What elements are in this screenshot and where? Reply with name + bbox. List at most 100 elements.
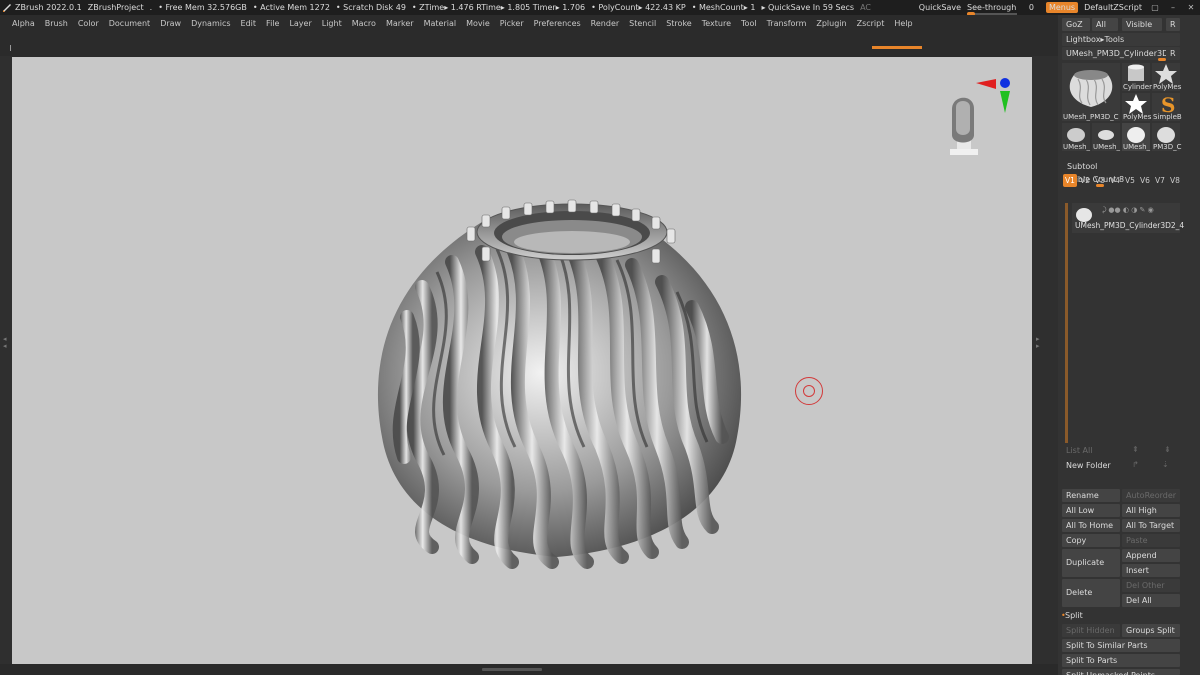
- menu-help[interactable]: Help: [894, 19, 912, 28]
- minimize-icon[interactable]: –: [1167, 3, 1179, 12]
- lightbox-tools-button[interactable]: Lightbox▸Tools: [1062, 33, 1180, 46]
- see-through-slider[interactable]: See-through 0: [967, 3, 1040, 16]
- move-down-icon[interactable]: ⇟: [1164, 445, 1171, 454]
- subtool-tab-v6[interactable]: V6: [1138, 174, 1152, 187]
- insert-button[interactable]: Insert: [1122, 564, 1180, 577]
- menu-document[interactable]: Document: [109, 19, 150, 28]
- title-dot: .: [149, 3, 153, 12]
- default-zscript-button[interactable]: DefaultZScript: [1084, 3, 1142, 12]
- delete-button[interactable]: Delete: [1062, 579, 1120, 607]
- goz-button[interactable]: GoZ: [1062, 18, 1090, 31]
- split-header[interactable]: Split: [1065, 611, 1083, 620]
- ac-button[interactable]: AC: [860, 3, 871, 12]
- brush-cursor: [795, 377, 823, 405]
- subtool-tab-v3[interactable]: V3: [1093, 174, 1107, 187]
- del-other-button[interactable]: Del Other: [1122, 579, 1180, 592]
- split-hidden-button[interactable]: Split Hidden: [1062, 624, 1120, 637]
- subtool-item[interactable]: ⤸ ●● ◐ ◑ ✎ ◉ UMesh_PM3D_Cylinder3D2_4: [1072, 203, 1184, 233]
- auto-reorder-button[interactable]: AutoReorder: [1122, 489, 1180, 502]
- tool-thumb-umesh-2[interactable]: UMesh_: [1092, 123, 1120, 151]
- tool-thumb-cylinder[interactable]: Cylinder: [1122, 63, 1152, 91]
- menu-render[interactable]: Render: [591, 19, 619, 28]
- right-tray[interactable]: ▸ ▸: [1032, 56, 1058, 664]
- menu-macro[interactable]: Macro: [352, 19, 376, 28]
- copy-button[interactable]: Copy: [1062, 534, 1120, 547]
- menu-texture[interactable]: Texture: [702, 19, 731, 28]
- menu-alpha[interactable]: Alpha: [12, 19, 35, 28]
- tool-thumb-umesh-3[interactable]: UMesh_: [1122, 123, 1150, 151]
- visible-button[interactable]: Visible: [1122, 18, 1162, 31]
- split-to-parts-button[interactable]: Split To Parts: [1062, 654, 1180, 667]
- new-folder-button[interactable]: New Folder: [1062, 459, 1120, 472]
- left-tray[interactable]: ◂ ◂: [0, 56, 12, 664]
- list-all-button[interactable]: List All: [1062, 444, 1120, 457]
- tool-thumb-umesh-1[interactable]: UMesh_: [1062, 123, 1090, 151]
- all-to-target-button[interactable]: All To Target: [1122, 519, 1180, 532]
- tool-r-button[interactable]: R: [1166, 47, 1180, 60]
- tool-thumb-pm3d[interactable]: PM3D_C: [1152, 123, 1182, 151]
- groups-split-button[interactable]: Groups Split: [1122, 624, 1180, 637]
- duplicate-button[interactable]: Duplicate: [1062, 549, 1120, 577]
- tool-thumb-polymesh-label: PolyMes: [1153, 83, 1182, 91]
- quicksave-button[interactable]: QuickSave: [919, 3, 961, 12]
- menu-stencil[interactable]: Stencil: [629, 19, 656, 28]
- document-canvas[interactable]: [12, 57, 1032, 664]
- menu-file[interactable]: File: [266, 19, 279, 28]
- menu-marker[interactable]: Marker: [386, 19, 414, 28]
- tool-slider-knob[interactable]: [1158, 58, 1166, 61]
- current-tool-field[interactable]: UMesh_PM3D_Cylinder3D2_4: [1062, 47, 1167, 60]
- menu-stroke[interactable]: Stroke: [666, 19, 692, 28]
- menu-transform[interactable]: Transform: [767, 19, 807, 28]
- all-high-button[interactable]: All High: [1122, 504, 1180, 517]
- del-all-button[interactable]: Del All: [1122, 594, 1180, 607]
- all-to-home-button[interactable]: All To Home: [1062, 519, 1120, 532]
- subtool-toggle-icons[interactable]: ⤸ ●● ◐ ◑ ✎ ◉: [1102, 206, 1154, 215]
- split-unmasked-button[interactable]: Split Unmasked Points: [1062, 669, 1180, 675]
- menu-picker[interactable]: Picker: [500, 19, 524, 28]
- menu-preferences[interactable]: Preferences: [534, 19, 581, 28]
- collapse-right-tray-icon[interactable]: ▸ ▸: [1036, 336, 1042, 350]
- r-button[interactable]: R: [1166, 18, 1180, 31]
- subtool-scroll-strip[interactable]: [1065, 203, 1068, 443]
- menu-movie[interactable]: Movie: [466, 19, 490, 28]
- window-menu-icon[interactable]: ▢: [1149, 3, 1161, 12]
- subtool-tab-v5[interactable]: V5: [1123, 174, 1137, 187]
- folder-down-icon[interactable]: ⇣: [1162, 460, 1169, 469]
- close-icon[interactable]: ✕: [1185, 3, 1197, 12]
- menus-toggle[interactable]: Menus: [1045, 2, 1079, 13]
- tool-thumb-polymesh-star[interactable]: PolyMes: [1152, 63, 1182, 91]
- menu-zscript[interactable]: Zscript: [857, 19, 885, 28]
- tool-thumb-polymesh-star-2[interactable]: PolyMes: [1122, 93, 1151, 121]
- menu-draw[interactable]: Draw: [160, 19, 181, 28]
- move-up-icon[interactable]: ⇞: [1132, 445, 1139, 454]
- app-version: ZBrush 2022.0.1: [15, 3, 82, 12]
- menu-material[interactable]: Material: [424, 19, 457, 28]
- menu-dynamics[interactable]: Dynamics: [191, 19, 230, 28]
- menu-layer[interactable]: Layer: [289, 19, 311, 28]
- tool-thumb-simplebrush[interactable]: S SimpleB: [1152, 93, 1182, 121]
- append-button[interactable]: Append: [1122, 549, 1180, 562]
- paste-button[interactable]: Paste: [1122, 534, 1180, 547]
- all-low-button[interactable]: All Low: [1062, 504, 1120, 517]
- menu-color[interactable]: Color: [78, 19, 99, 28]
- subtool-tab-v7[interactable]: V7: [1153, 174, 1167, 187]
- vase-model[interactable]: [12, 57, 1032, 664]
- expand-left-tray-icon[interactable]: ◂ ◂: [3, 336, 9, 350]
- bottom-tray-handle[interactable]: [482, 668, 542, 671]
- subtool-tab-v4[interactable]: V4: [1108, 174, 1122, 187]
- folder-move-icon[interactable]: ↱: [1132, 460, 1139, 469]
- menu-zplugin[interactable]: Zplugin: [816, 19, 846, 28]
- menu-tool[interactable]: Tool: [741, 19, 757, 28]
- split-similar-parts-button[interactable]: Split To Similar Parts: [1062, 639, 1180, 652]
- subtool-tab-v2[interactable]: V2: [1078, 174, 1092, 187]
- menu-light[interactable]: Light: [322, 19, 342, 28]
- menu-edit[interactable]: Edit: [241, 19, 257, 28]
- subtool-header[interactable]: Subtool: [1067, 162, 1097, 171]
- menu-brush[interactable]: Brush: [45, 19, 68, 28]
- subtool-tab-v1[interactable]: V1: [1063, 174, 1077, 187]
- rename-button[interactable]: Rename: [1062, 489, 1120, 502]
- meshcount: • MeshCount▸ 1: [691, 3, 756, 12]
- all-button[interactable]: All: [1092, 18, 1118, 31]
- tool-thumb-main[interactable]: UMesh_PM3D_C: [1062, 63, 1120, 121]
- subtool-tab-v8[interactable]: V8: [1168, 174, 1182, 187]
